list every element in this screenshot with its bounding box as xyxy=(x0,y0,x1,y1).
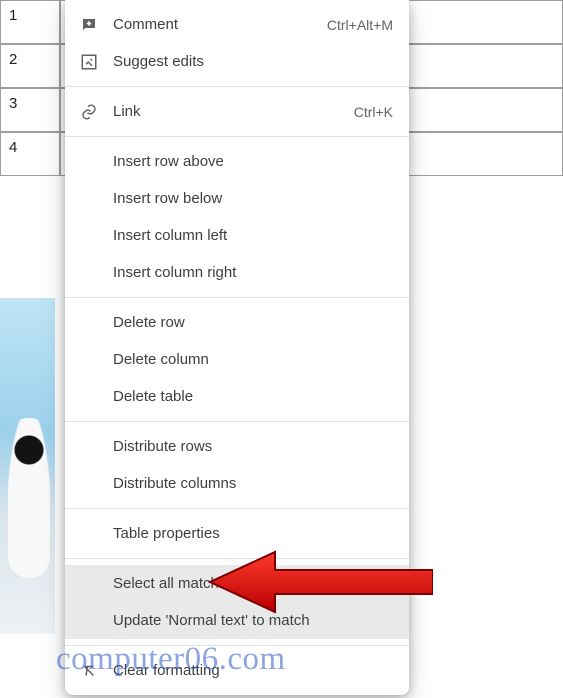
table-cell[interactable]: 4 xyxy=(0,132,60,176)
menu-item-link[interactable]: Link Ctrl+K xyxy=(65,93,409,130)
menu-item-insert-row-above[interactable]: Insert row above xyxy=(65,143,409,180)
menu-separator xyxy=(65,86,409,87)
menu-item-select-matching-text[interactable]: Select all matching text xyxy=(65,565,409,602)
menu-item-label: Insert row above xyxy=(113,153,393,170)
menu-item-delete-table[interactable]: Delete table xyxy=(65,378,409,415)
menu-item-label: Comment xyxy=(113,16,315,33)
menu-item-insert-column-left[interactable]: Insert column left xyxy=(65,217,409,254)
document-image xyxy=(0,298,55,634)
menu-item-comment[interactable]: Comment Ctrl+Alt+M xyxy=(65,6,409,43)
menu-item-suggest-edits[interactable]: Suggest edits xyxy=(65,43,409,80)
link-icon xyxy=(79,102,99,122)
menu-item-label: Link xyxy=(113,103,342,120)
comment-icon xyxy=(79,15,99,35)
menu-item-clear-formatting[interactable]: Clear formatting xyxy=(65,652,409,689)
menu-item-delete-column[interactable]: Delete column xyxy=(65,341,409,378)
menu-item-label: Delete column xyxy=(113,351,393,368)
table-cell[interactable]: 1 xyxy=(0,0,60,44)
table-cell[interactable]: 2 xyxy=(0,44,60,88)
table-cell[interactable]: 3 xyxy=(0,88,60,132)
menu-item-table-properties[interactable]: Table properties xyxy=(65,515,409,552)
context-menu: Comment Ctrl+Alt+M Suggest edits Link Ct… xyxy=(65,0,409,695)
menu-item-distribute-rows[interactable]: Distribute rows xyxy=(65,428,409,465)
menu-item-label: Suggest edits xyxy=(113,53,393,70)
menu-item-shortcut: Ctrl+K xyxy=(354,104,393,120)
menu-item-update-normal-text[interactable]: Update 'Normal text' to match xyxy=(65,602,409,639)
menu-item-delete-row[interactable]: Delete row xyxy=(65,304,409,341)
menu-separator xyxy=(65,558,409,559)
menu-separator xyxy=(65,508,409,509)
menu-item-label: Distribute columns xyxy=(113,475,393,492)
menu-item-insert-row-below[interactable]: Insert row below xyxy=(65,180,409,217)
menu-item-label: Distribute rows xyxy=(113,438,393,455)
menu-item-label: Insert column right xyxy=(113,264,393,281)
menu-separator xyxy=(65,645,409,646)
menu-separator xyxy=(65,297,409,298)
menu-item-distribute-columns[interactable]: Distribute columns xyxy=(65,465,409,502)
menu-item-label: Select all matching text xyxy=(113,575,393,592)
clear-formatting-icon xyxy=(79,661,99,681)
menu-item-label: Delete table xyxy=(113,388,393,405)
menu-separator xyxy=(65,136,409,137)
menu-item-label: Insert column left xyxy=(113,227,393,244)
menu-separator xyxy=(65,421,409,422)
menu-item-label: Table properties xyxy=(113,525,393,542)
suggest-edits-icon xyxy=(79,52,99,72)
menu-item-label: Update 'Normal text' to match xyxy=(113,612,393,629)
menu-item-label: Delete row xyxy=(113,314,393,331)
menu-item-label: Insert row below xyxy=(113,190,393,207)
menu-item-shortcut: Ctrl+Alt+M xyxy=(327,17,393,33)
menu-item-insert-column-right[interactable]: Insert column right xyxy=(65,254,409,291)
menu-item-label: Clear formatting xyxy=(113,662,393,679)
